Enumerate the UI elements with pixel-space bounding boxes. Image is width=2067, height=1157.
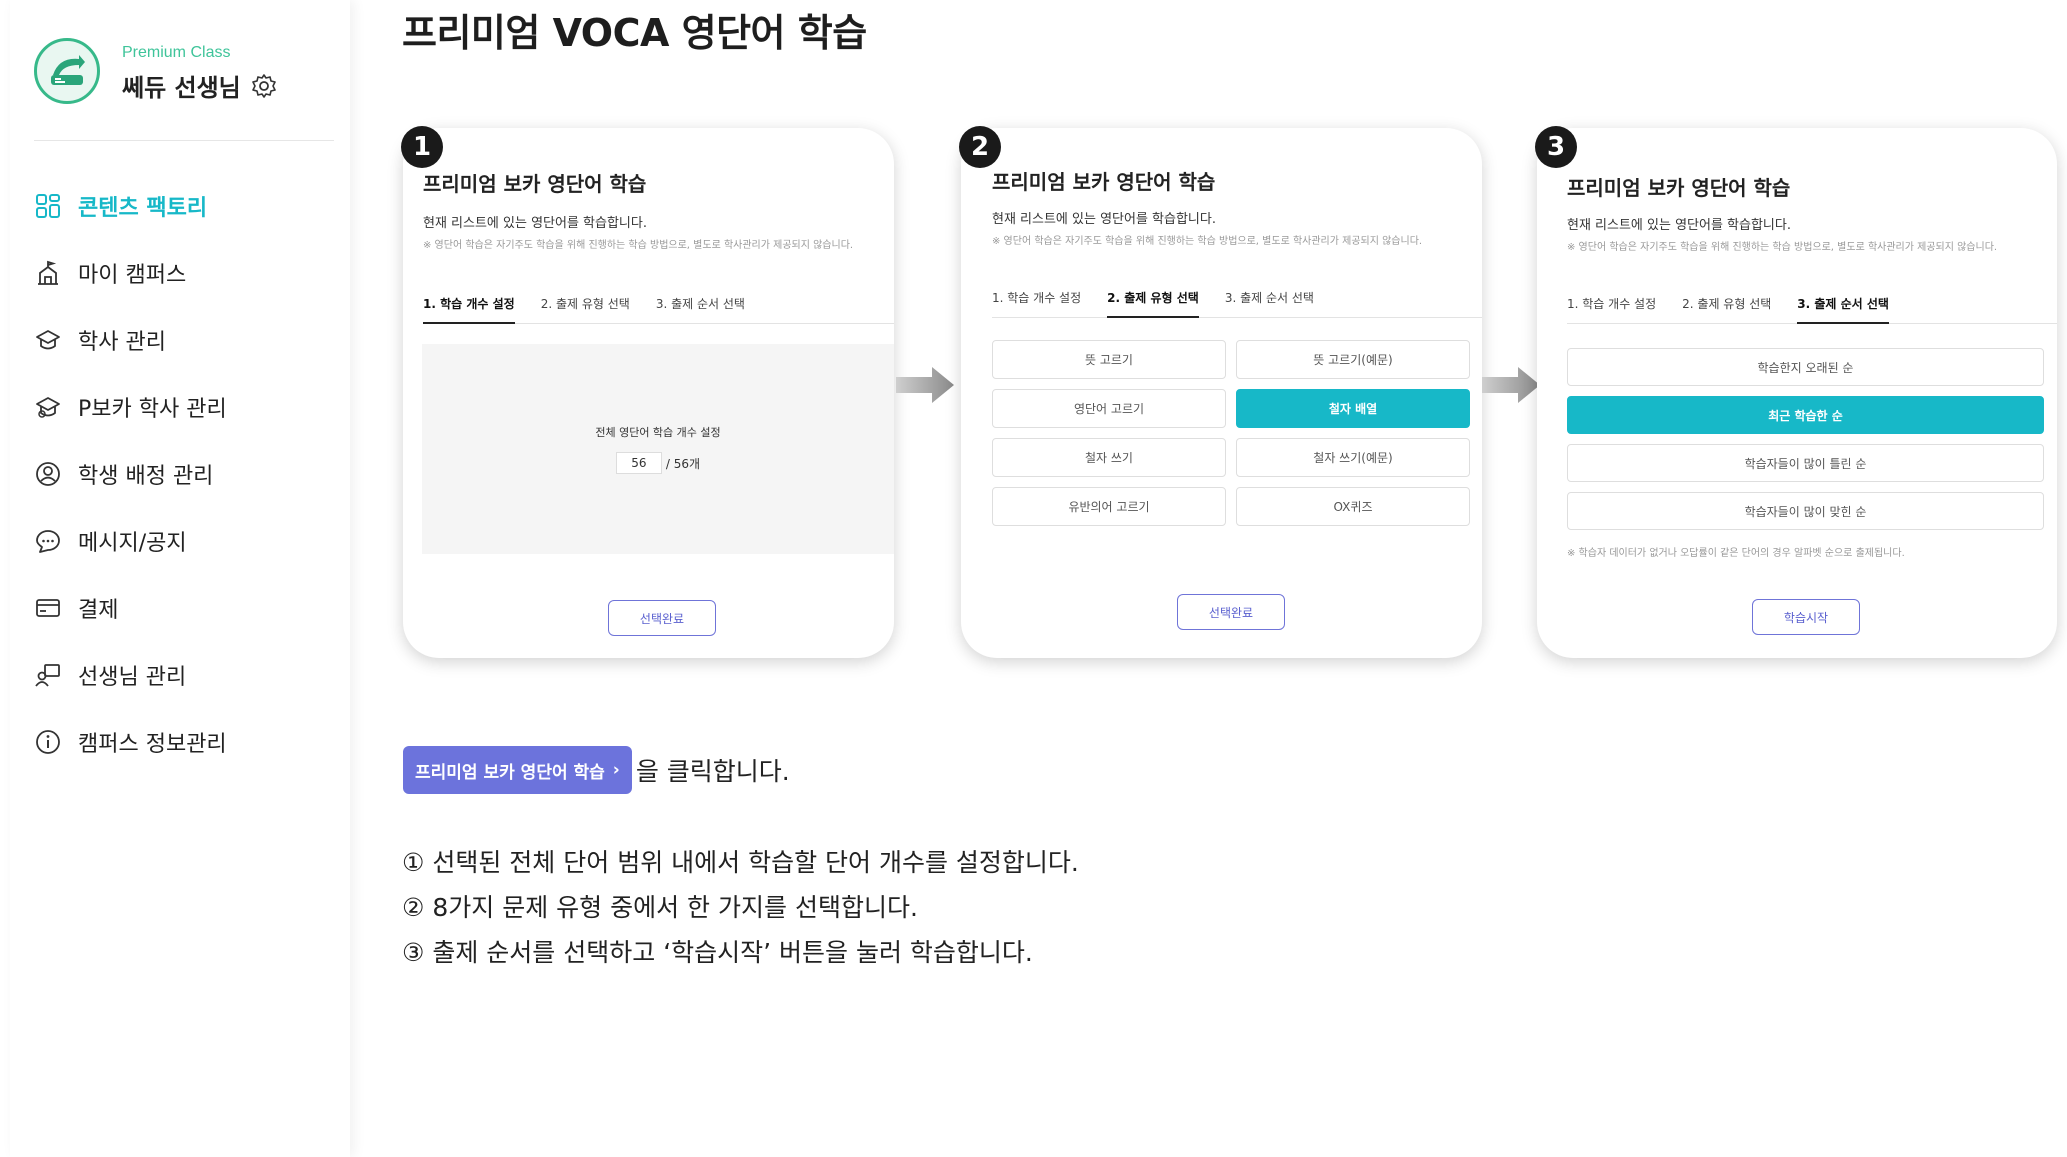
campus-icon [34,259,62,287]
user-circle-icon [34,460,62,488]
step-card-2: 2 프리미엄 보카 영단어 학습 현재 리스트에 있는 영단어를 학습합니다. … [959,126,1482,658]
option-spelling-arrange[interactable]: 철자 배열 [1236,389,1470,428]
teacher-name: 쎄듀 선생님 [122,74,241,102]
count-setting-label: 전체 영단어 학습 개수 설정 [595,426,721,439]
graduation-cap-icon [34,393,62,421]
step-title: 프리미엄 보카 영단어 학습 [1567,176,1791,200]
teacher-name-row: 쎄듀 선생님 [122,68,277,103]
count-setting-panel: 전체 영단어 학습 개수 설정 56 / 56개 [422,344,894,554]
word-count-total: / 56개 [665,456,701,471]
chevron-right-icon: › [612,760,620,780]
teacher-icon [34,661,62,689]
instruction-line: ① 선택된 전체 단어 범위 내에서 학습할 단어 개수를 설정합니다. [402,848,1079,877]
sidebar-item-pvoca-academic[interactable]: P보카 학사 관리 [34,373,344,440]
step-description: 현재 리스트에 있는 영단어를 학습합니다. [1567,218,1791,233]
step-number-badge: 2 [959,126,1001,168]
step-description: 현재 리스트에 있는 영단어를 학습합니다. [992,212,1216,227]
arrow-right-icon [1482,367,1540,403]
sidebar-item-label: P보카 학사 관리 [78,396,227,422]
click-instruction-row: 프리미엄 보카 영단어 학습 › 을 클릭합니다. [403,746,790,794]
step-number-badge: 3 [1535,126,1577,168]
click-instruction-text: 을 클릭합니다. [635,757,790,786]
logo-icon [34,38,100,104]
sidebar-menu: 콘텐츠 팩토리 마이 캠퍼스 학사 관리 P보카 학사 관리 학생 배정 관리 [34,172,344,775]
step-note: ※ 영단어 학습은 자기주도 학습을 위해 진행하는 학습 방법으로, 별도로 … [1567,242,1998,253]
question-order-options: 학습한지 오래된 순 최근 학습한 순 학습자들이 많이 틀린 순 학습자들이 … [1567,348,2044,530]
grid-icon [34,192,62,220]
instruction-line: ② 8가지 문제 유형 중에서 한 가지를 선택합니다. [402,893,918,922]
option-ox-quiz[interactable]: OX퀴즈 [1236,487,1470,526]
sidebar-item-my-campus[interactable]: 마이 캠퍼스 [34,239,344,306]
step-description: 현재 리스트에 있는 영단어를 학습합니다. [423,216,647,231]
sidebar-item-label: 메시지/공지 [78,530,187,556]
instruction-list: ① 선택된 전체 단어 범위 내에서 학습할 단어 개수를 설정합니다. ② 8… [402,840,1079,975]
option-spelling-write-example[interactable]: 철자 쓰기(예문) [1236,438,1470,477]
option-meaning-choice-example[interactable]: 뜻 고르기(예문) [1236,340,1470,379]
step-tabs: 1. 학습 개수 설정 2. 출제 유형 선택 3. 출제 순서 선택 [992,288,1482,318]
step-title: 프리미엄 보카 영단어 학습 [423,172,647,196]
order-note: ※ 학습자 데이터가 없거나 오답률이 같은 단어의 경우 알파벳 순으로 출제… [1567,548,1905,559]
profile: Premium Class 쎄듀 선생님 [34,38,334,108]
step-tabs: 1. 학습 개수 설정 2. 출제 유형 선택 3. 출제 순서 선택 [423,294,894,324]
graduation-cap-icon [34,326,62,354]
tab-question-type[interactable]: 2. 출제 유형 선택 [1107,288,1199,318]
sidebar-item-label: 학생 배정 관리 [78,463,214,489]
step-tabs: 1. 학습 개수 설정 2. 출제 유형 선택 3. 출제 순서 선택 [1567,294,2057,324]
question-type-options: 뜻 고르기 뜻 고르기(예문) 영단어 고르기 철자 배열 철자 쓰기 철자 쓰… [992,340,1472,526]
tab-question-type[interactable]: 2. 출제 유형 선택 [541,294,630,324]
tab-count-setting[interactable]: 1. 학습 개수 설정 [423,294,515,324]
tab-question-type[interactable]: 2. 출제 유형 선택 [1682,294,1771,324]
step-card-1: 1 프리미엄 보카 영단어 학습 현재 리스트에 있는 영단어를 학습합니다. … [401,126,894,658]
instruction-line: ③ 출제 순서를 선택하고 ‘학습시작’ 버튼을 눌러 학습합니다. [402,938,1033,967]
premium-voca-study-label: 프리미엄 보카 영단어 학습 [415,762,605,783]
sidebar-item-teacher[interactable]: 선생님 관리 [34,641,344,708]
option-meaning-choice[interactable]: 뜻 고르기 [992,340,1226,379]
sidebar-item-label: 마이 캠퍼스 [78,262,187,288]
chat-bubble-icon [34,527,62,555]
sidebar-item-student-assign[interactable]: 학생 배정 관리 [34,440,344,507]
sidebar-item-label: 결제 [78,597,119,623]
step-title: 프리미엄 보카 영단어 학습 [992,170,1216,194]
tab-question-order[interactable]: 3. 출제 순서 선택 [1225,288,1314,318]
select-complete-button[interactable]: 선택완료 [1177,594,1285,630]
option-oldest-studied[interactable]: 학습한지 오래된 순 [1567,348,2044,386]
sidebar-item-label: 학사 관리 [78,329,166,355]
sidebar-divider [34,140,334,141]
gear-icon[interactable] [251,73,277,99]
sidebar-item-message[interactable]: 메시지/공지 [34,507,344,574]
card-icon [34,594,62,622]
sidebar-item-campus-info[interactable]: 캠퍼스 정보관리 [34,708,344,775]
step-note: ※ 영단어 학습은 자기주도 학습을 위해 진행하는 학습 방법으로, 별도로 … [992,236,1423,247]
step-note: ※ 영단어 학습은 자기주도 학습을 위해 진행하는 학습 방법으로, 별도로 … [423,240,854,251]
sidebar-item-label: 콘텐츠 팩토리 [78,195,208,221]
step-card-3: 3 프리미엄 보카 영단어 학습 현재 리스트에 있는 영단어를 학습합니다. … [1535,126,2057,658]
sidebar-item-payment[interactable]: 결제 [34,574,344,641]
info-icon [34,728,62,756]
select-complete-button[interactable]: 선택완료 [608,600,716,636]
sidebar-item-content-factory[interactable]: 콘텐츠 팩토리 [34,172,344,239]
start-study-button[interactable]: 학습시작 [1752,599,1860,635]
sidebar-item-label: 캠퍼스 정보관리 [78,731,227,757]
option-recently-studied[interactable]: 최근 학습한 순 [1567,396,2044,434]
option-most-wrong[interactable]: 학습자들이 많이 틀린 순 [1567,444,2044,482]
count-setting-row: 56 / 56개 [422,452,894,474]
sidebar-item-label: 선생님 관리 [78,664,187,690]
option-most-correct[interactable]: 학습자들이 많이 맞힌 순 [1567,492,2044,530]
page-title: 프리미엄 VOCA 영단어 학습 [402,11,867,55]
option-synonym-antonym[interactable]: 유반의어 고르기 [992,487,1226,526]
tab-count-setting[interactable]: 1. 학습 개수 설정 [992,288,1081,318]
option-spelling-write[interactable]: 철자 쓰기 [992,438,1226,477]
premium-class-label: Premium Class [122,44,231,61]
step-number-badge: 1 [401,126,443,168]
sidebar-item-academic[interactable]: 학사 관리 [34,306,344,373]
option-word-choice[interactable]: 영단어 고르기 [992,389,1226,428]
tab-count-setting[interactable]: 1. 학습 개수 설정 [1567,294,1656,324]
tab-question-order[interactable]: 3. 출제 순서 선택 [656,294,745,324]
tab-question-order[interactable]: 3. 출제 순서 선택 [1797,294,1889,324]
word-count-input[interactable]: 56 [615,452,662,474]
arrow-right-icon [896,367,954,403]
sidebar: Premium Class 쎄듀 선생님 콘텐츠 팩토리 마이 캠퍼스 학사 관… [10,0,350,1157]
premium-voca-study-button[interactable]: 프리미엄 보카 영단어 학습 › [403,746,632,794]
